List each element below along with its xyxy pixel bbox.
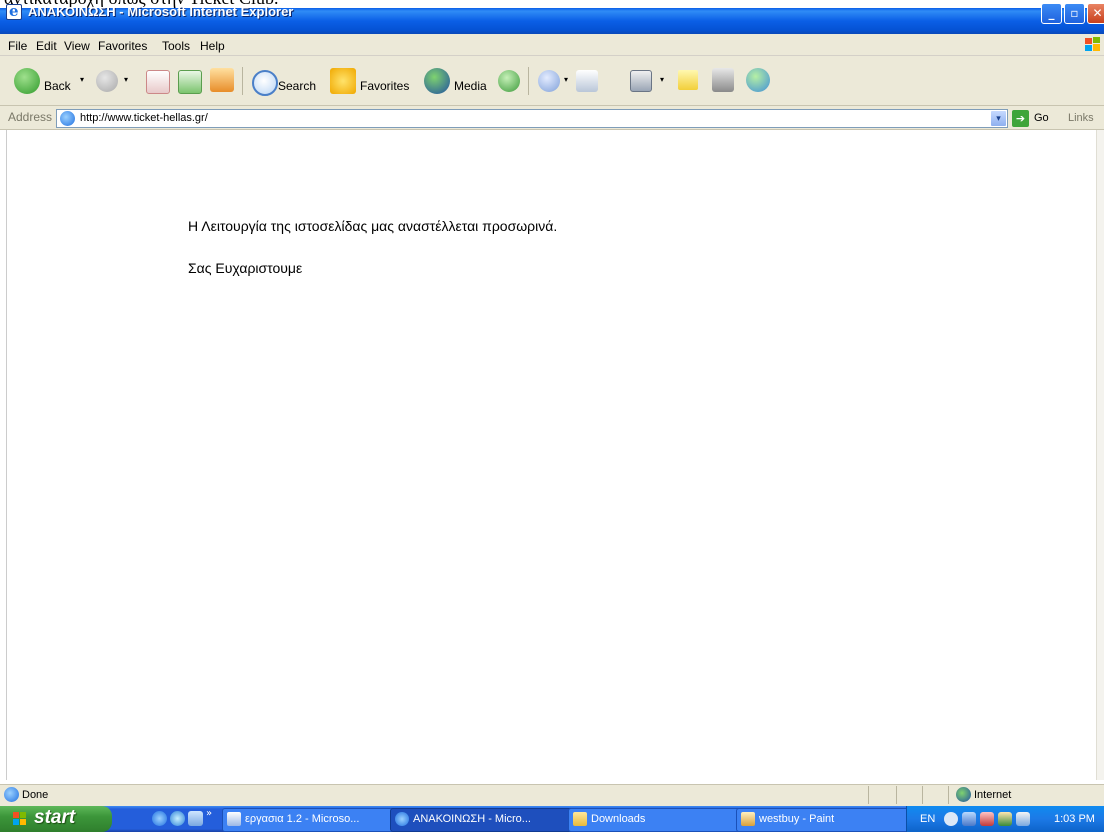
menu-bar: File Edit View Favorites Tools Help [0,34,1104,56]
tray-security-icon[interactable] [980,812,994,826]
search-button[interactable]: Search [278,79,316,93]
go-arrow-icon[interactable]: ➔ [1012,110,1029,127]
thanks-text: Σας Ευχαριστουμε [188,260,303,276]
search-icon[interactable] [252,70,278,96]
internet-zone-icon [956,787,971,802]
tray-messenger-icon[interactable] [998,812,1012,826]
print-icon[interactable] [576,70,598,92]
go-button[interactable]: Go [1034,112,1049,124]
links-button[interactable]: Links [1068,112,1094,124]
history-icon[interactable] [498,70,520,92]
folder-icon [573,812,587,826]
task-label: ΑΝΑΚΟΙΝΩΣΗ - Micro... [413,813,531,825]
mail-dropdown-arrow[interactable]: ▾ [564,75,568,84]
forward-dropdown-arrow[interactable]: ▾ [124,75,128,84]
edit-icon[interactable] [630,70,652,92]
discuss-icon[interactable] [678,70,698,90]
quicklaunch-browser-icon[interactable] [170,811,185,826]
vertical-scrollbar[interactable] [1096,130,1104,780]
ie-window-icon[interactable] [6,2,22,20]
paint-icon [741,812,755,826]
tray-volume-icon[interactable] [1016,812,1030,826]
media-icon[interactable] [424,68,450,94]
quicklaunch-ie-icon[interactable] [152,811,167,826]
language-indicator[interactable]: EN [920,813,935,825]
quicklaunch-desktop-icon[interactable] [188,811,203,826]
edit-dropdown-arrow[interactable]: ▾ [660,75,664,84]
ie-icon [395,812,409,826]
toolbar-separator [528,67,529,95]
status-separator [948,786,949,804]
status-bar [0,784,1104,806]
taskbar-clock[interactable]: 1:03 PM [1054,813,1095,825]
favorites-star-icon[interactable] [330,68,356,94]
windows-flag-icon [13,812,26,825]
home-icon[interactable] [210,68,234,92]
back-dropdown-arrow[interactable]: ▾ [80,75,84,84]
media-button[interactable]: Media [454,79,487,93]
address-label: Address [8,110,53,124]
menu-edit[interactable]: Edit [36,39,57,53]
page-icon [60,111,75,126]
task-label: westbuy - Paint [759,813,835,825]
task-word-document[interactable]: εργασια 1.2 - Microso... [222,808,406,832]
task-label: Downloads [591,813,646,825]
windows-flag-icon [1085,37,1100,51]
stop-icon[interactable] [146,70,170,94]
status-text: Done [22,789,49,801]
word-icon [227,812,241,826]
favorites-button[interactable]: Favorites [360,79,409,93]
messenger-icon[interactable] [746,68,770,92]
task-paint[interactable]: westbuy - Paint [736,808,924,832]
quicklaunch-more-icon[interactable]: » [206,808,212,819]
forward-arrow-icon[interactable] [96,70,118,92]
research-icon[interactable] [712,68,734,92]
close-button[interactable]: ✕ [1087,3,1104,24]
tray-network-icon[interactable] [962,812,976,826]
minimize-button[interactable]: _ [1041,3,1062,24]
status-separator [922,786,923,804]
status-separator [868,786,869,804]
page-done-icon [4,787,19,802]
menu-help[interactable]: Help [200,39,225,53]
back-button[interactable]: Back [44,79,71,93]
announcement-text: Η Λειτουργία της ιστοσελίδας μας αναστέλ… [188,218,558,234]
task-downloads-folder[interactable]: Downloads [568,808,752,832]
address-url[interactable]: http://www.ticket-hellas.gr/ [80,112,208,124]
mail-icon[interactable] [538,70,560,92]
menu-file[interactable]: File [8,39,27,53]
task-internet-explorer[interactable]: ΑΝΑΚΟΙΝΩΣΗ - Micro... [390,808,574,832]
menu-view[interactable]: View [64,39,90,53]
toolbar-separator [242,67,243,95]
menu-favorites[interactable]: Favorites [98,39,147,53]
address-dropdown-icon[interactable]: ▾ [990,110,1007,127]
security-zone: Internet [974,789,1012,801]
maximize-button[interactable]: ▫ [1064,3,1085,24]
status-separator [896,786,897,804]
back-arrow-icon[interactable] [14,68,40,94]
refresh-icon[interactable] [178,70,202,94]
menu-tools[interactable]: Tools [162,39,190,53]
start-label[interactable]: start [34,807,75,829]
task-label: εργασια 1.2 - Microso... [245,813,360,825]
window-title: ΑΝΑΚΟΙΝΩΣΗ - Microsoft Internet Explorer [28,4,294,19]
tray-expand-icon[interactable] [944,812,958,826]
